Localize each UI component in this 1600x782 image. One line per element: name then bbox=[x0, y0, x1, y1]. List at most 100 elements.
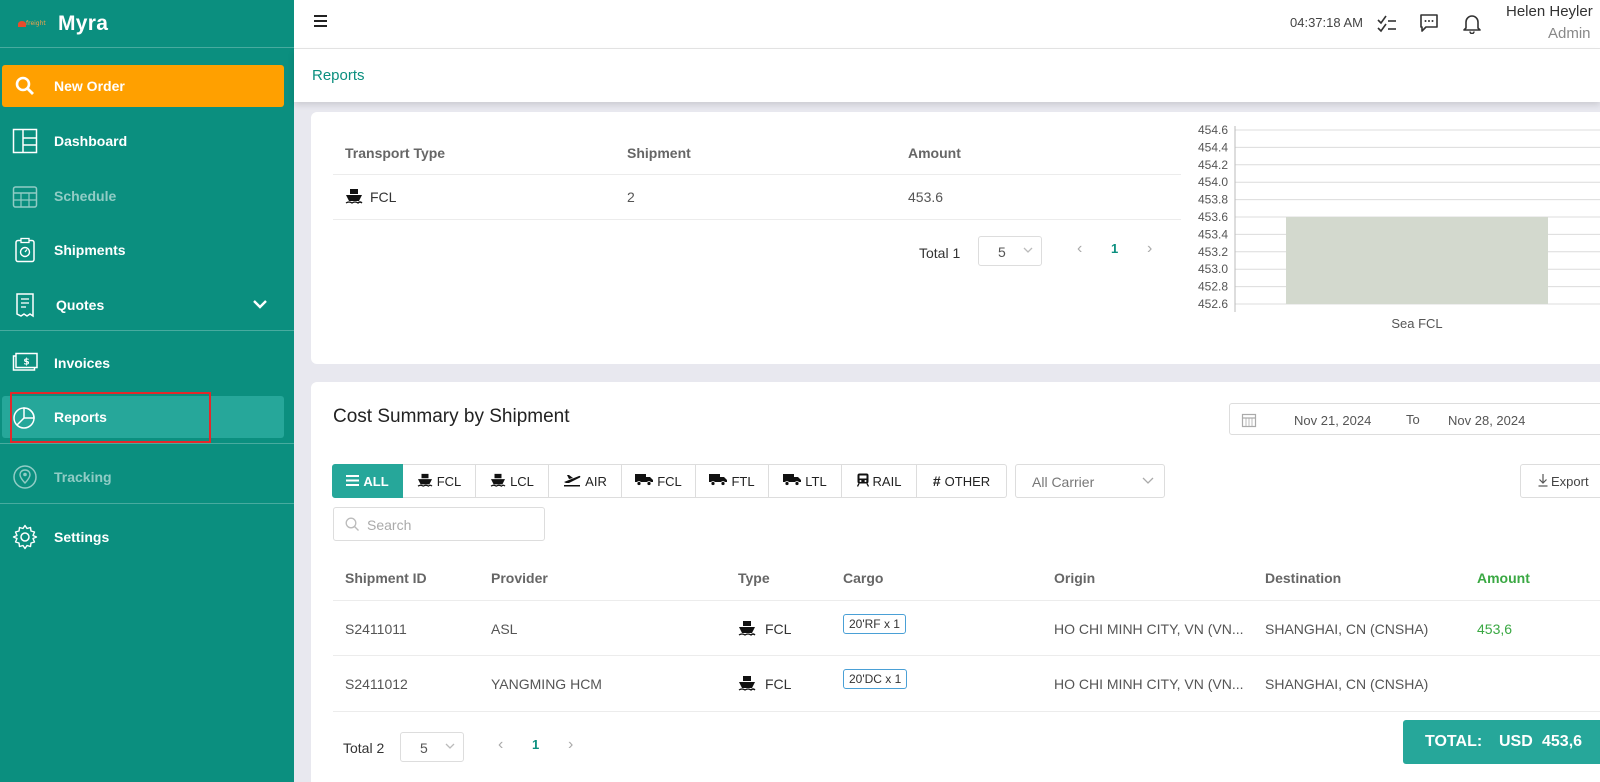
filter-other-button[interactable]: # OTHER bbox=[917, 464, 1007, 498]
total-currency: USD bbox=[1499, 733, 1533, 750]
destination: SHANGHAI, CN (CNSHA) bbox=[1265, 676, 1429, 692]
filter-air-button[interactable]: AIR bbox=[549, 464, 622, 498]
cargo-tag: 20'RF x 1 bbox=[843, 614, 906, 634]
date-to[interactable]: Nov 28, 2024 bbox=[1448, 413, 1525, 428]
next-page-icon[interactable]: › bbox=[568, 736, 573, 754]
column-header[interactable]: Amount bbox=[908, 145, 961, 161]
ship-icon bbox=[490, 473, 506, 490]
prev-page-icon[interactable]: ‹ bbox=[1077, 240, 1082, 258]
date-separator: To bbox=[1406, 412, 1420, 427]
sidebar-item-label: Tracking bbox=[54, 469, 112, 485]
grand-total-box: TOTAL: USD 453,6 bbox=[1403, 720, 1600, 764]
page-number[interactable]: 1 bbox=[1111, 241, 1118, 256]
ship-icon bbox=[738, 675, 756, 694]
date-from[interactable]: Nov 21, 2024 bbox=[1294, 413, 1371, 428]
page-number[interactable]: 1 bbox=[532, 737, 539, 752]
filter-sea-fcl-button[interactable]: FCL bbox=[403, 464, 476, 498]
top-bar: 04:37:18 AM Helen Heyler Admin bbox=[294, 0, 1600, 49]
y-tick-label: 453.2 bbox=[1198, 245, 1228, 259]
chevron-down-icon bbox=[1023, 243, 1033, 260]
new-order-button[interactable]: New Order bbox=[2, 65, 284, 107]
divider bbox=[0, 330, 294, 331]
user-name[interactable]: Helen Heyler bbox=[1506, 3, 1593, 20]
filter-truck-fcl-button[interactable]: FCL bbox=[622, 464, 696, 498]
transport-type: FCL bbox=[370, 189, 397, 205]
cost-summary-card: Cost Summary by Shipment Nov 21, 2024 To… bbox=[311, 382, 1600, 782]
checklist-icon[interactable] bbox=[1376, 12, 1398, 34]
column-header[interactable]: Provider bbox=[491, 570, 548, 586]
y-tick-label: 454.6 bbox=[1198, 123, 1228, 137]
y-tick-label: 452.6 bbox=[1198, 297, 1228, 311]
divider bbox=[333, 219, 1181, 220]
chevron-down-icon[interactable] bbox=[252, 290, 268, 323]
bell-icon[interactable] bbox=[1461, 12, 1483, 35]
sidebar-item-label: Quotes bbox=[56, 297, 105, 313]
sidebar-item-label: Schedule bbox=[54, 188, 117, 204]
train-icon bbox=[856, 473, 869, 490]
sidebar-item-dashboard[interactable]: Dashboard bbox=[0, 126, 294, 156]
filter-all-button[interactable]: ALL bbox=[332, 464, 403, 498]
y-tick-label: 454.0 bbox=[1198, 175, 1228, 189]
y-tick-label: 452.8 bbox=[1198, 280, 1228, 294]
brand[interactable]: freight Myra bbox=[0, 0, 294, 48]
total-value: 453,6 bbox=[1542, 733, 1583, 750]
sidebar-item-invoices[interactable]: $ Invoices bbox=[0, 348, 294, 378]
shipment-id[interactable]: S2411011 bbox=[345, 621, 407, 637]
sidebar-item-label: Shipments bbox=[54, 242, 126, 258]
truck-icon bbox=[709, 473, 728, 489]
destination: SHANGHAI, CN (CNSHA) bbox=[1265, 621, 1429, 637]
sidebar-item-quotes[interactable]: Quotes bbox=[0, 290, 294, 320]
next-page-icon[interactable]: › bbox=[1147, 240, 1152, 258]
total-label: TOTAL: bbox=[1425, 733, 1483, 750]
location-pin-icon bbox=[12, 464, 38, 490]
column-header[interactable]: Amount bbox=[1477, 570, 1530, 586]
carrier-select[interactable]: All Carrier bbox=[1015, 464, 1165, 498]
prev-page-icon[interactable]: ‹ bbox=[498, 736, 503, 754]
highlight-frame bbox=[10, 392, 211, 443]
provider: ASL bbox=[491, 621, 518, 637]
column-header[interactable]: Transport Type bbox=[345, 145, 445, 161]
column-header[interactable]: Cargo bbox=[843, 570, 883, 586]
divider bbox=[333, 600, 1600, 601]
page-size-select[interactable]: 5 bbox=[400, 732, 464, 762]
filter-lcl-button[interactable]: LCL bbox=[476, 464, 549, 498]
pagination-total: Total 2 bbox=[343, 740, 385, 756]
x-tick-label: Sea FCL bbox=[1391, 316, 1442, 331]
divider bbox=[333, 174, 1181, 175]
shipment-type: FCL bbox=[765, 621, 792, 637]
bar[interactable] bbox=[1286, 217, 1548, 304]
column-header[interactable]: Type bbox=[738, 570, 770, 586]
hamburger-menu-icon[interactable] bbox=[314, 15, 328, 29]
sidebar-item-schedule[interactable]: Schedule bbox=[0, 181, 294, 211]
origin: HO CHI MINH CITY, VN (VN... bbox=[1054, 676, 1244, 692]
breadcrumb[interactable]: Reports bbox=[312, 67, 365, 84]
column-header[interactable]: Destination bbox=[1265, 570, 1341, 586]
column-header[interactable]: Origin bbox=[1054, 570, 1095, 586]
sidebar-item-shipments[interactable]: Shipments bbox=[0, 235, 294, 265]
y-tick-label: 454.2 bbox=[1198, 158, 1228, 172]
export-button[interactable]: Export bbox=[1520, 464, 1600, 498]
filter-ftl-button[interactable]: FTL bbox=[696, 464, 769, 498]
column-header[interactable]: Shipment ID bbox=[345, 570, 427, 586]
new-order-label: New Order bbox=[54, 78, 125, 94]
provider: YANGMING HCM bbox=[491, 676, 602, 692]
ship-icon bbox=[417, 473, 433, 490]
y-tick-label: 453.6 bbox=[1198, 210, 1228, 224]
ship-icon bbox=[738, 620, 756, 639]
calendar-icon bbox=[1241, 412, 1257, 431]
filter-ltl-button[interactable]: LTL bbox=[769, 464, 842, 498]
sidebar-item-tracking[interactable]: Tracking bbox=[0, 462, 294, 492]
sidebar-item-settings[interactable]: Settings bbox=[0, 522, 294, 552]
search-input[interactable]: Search bbox=[333, 507, 545, 541]
filter-rail-button[interactable]: RAIL bbox=[842, 464, 917, 498]
y-tick-label: 454.4 bbox=[1198, 140, 1228, 154]
sidebar-item-label: Settings bbox=[54, 529, 110, 545]
chat-icon[interactable] bbox=[1418, 12, 1440, 34]
shipment-id[interactable]: S2411012 bbox=[345, 676, 408, 692]
section-title: Cost Summary by Shipment bbox=[333, 406, 570, 427]
ship-icon bbox=[345, 188, 363, 207]
page-size-select[interactable]: 5 bbox=[978, 236, 1042, 266]
date-range-picker[interactable]: Nov 21, 2024 To Nov 28, 2024 bbox=[1229, 403, 1600, 435]
divider bbox=[0, 503, 294, 504]
column-header[interactable]: Shipment bbox=[627, 145, 691, 161]
